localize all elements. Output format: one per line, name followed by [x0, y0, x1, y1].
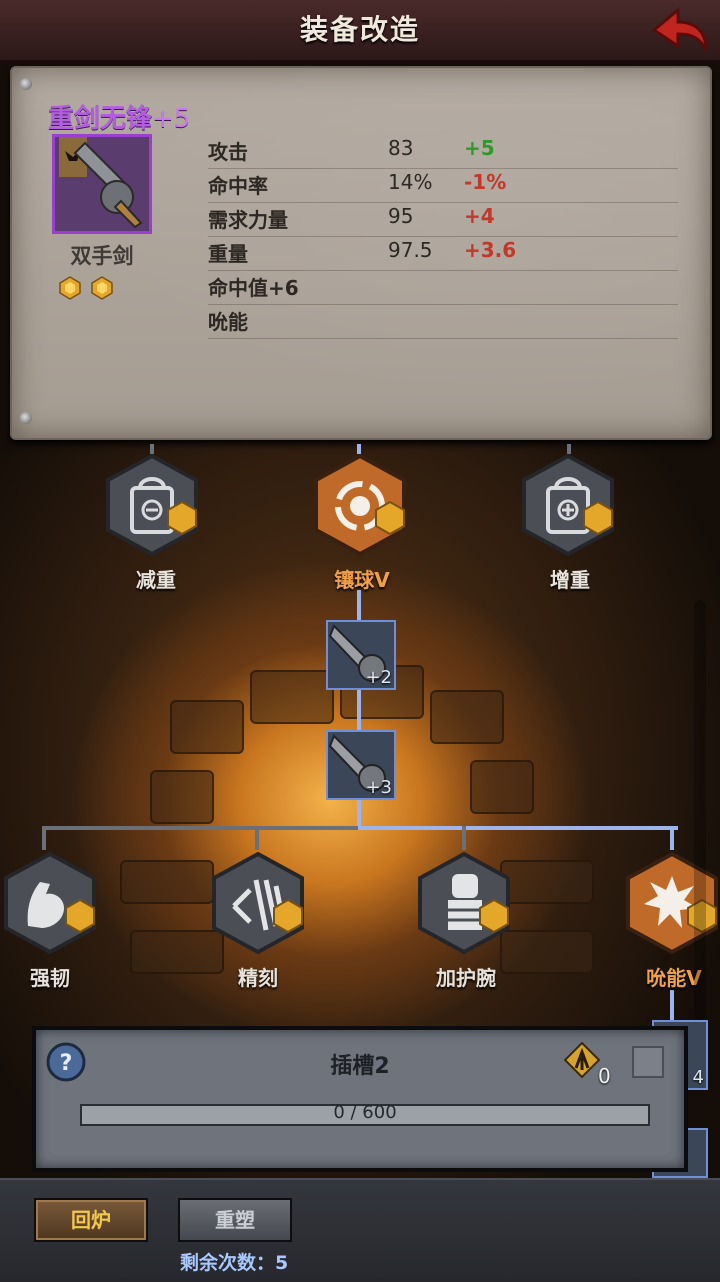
- item-enhance-level: +5: [152, 104, 191, 134]
- stat-delta: -1%: [464, 170, 507, 194]
- upgrade-level: +2: [365, 667, 392, 688]
- tree-connector: [670, 826, 674, 850]
- node-label: 镶球V: [334, 568, 390, 592]
- forge-token-icon: [564, 1042, 600, 1078]
- stat-row: 需求力量 95 +4: [208, 202, 678, 237]
- tree-connector: [360, 826, 678, 830]
- reshape-button[interactable]: 重塑: [178, 1198, 292, 1242]
- tree-connector: [42, 826, 46, 850]
- progress-bar: 0 / 600: [80, 1102, 650, 1126]
- stat-name: 重量: [208, 242, 248, 266]
- stat-value: 97.5: [388, 238, 433, 262]
- node-label: 加护腕: [436, 966, 496, 990]
- tree-scrollbar[interactable]: [694, 600, 706, 1020]
- item-name-text: 重剑无锋: [48, 104, 153, 134]
- stat-delta: +4: [464, 204, 495, 228]
- stat-row: 吮能: [208, 304, 678, 339]
- node-label: 增重: [550, 568, 590, 592]
- slot-panel: ? 插槽2 0 0 / 600: [32, 1026, 688, 1172]
- stat-row: 命中值+6: [208, 270, 678, 305]
- stat-value: 95: [388, 204, 414, 228]
- tree-connector: [462, 826, 466, 850]
- node-bracer[interactable]: [416, 850, 512, 960]
- auto-checkbox[interactable]: [632, 1046, 664, 1078]
- node-label: 精刻: [238, 966, 278, 990]
- header-bar: 装备改造: [0, 0, 720, 63]
- stat-row: 重量 97.5 +3.6: [208, 236, 678, 271]
- back-arrow-icon[interactable]: [648, 4, 712, 56]
- node-add-weight[interactable]: [520, 452, 616, 562]
- stat-name: 命中率: [208, 174, 268, 198]
- node-label: 减重: [136, 568, 176, 592]
- rivet-icon: [20, 412, 32, 424]
- upgrade-level: 4: [692, 1067, 704, 1088]
- reforge-button[interactable]: 回炉: [34, 1198, 148, 1242]
- node-fine-engrave[interactable]: [210, 850, 306, 960]
- item-info-panel: 重剑无锋+5 双手剑 攻击 83 +5 命中率 14% -1% 需求力量 95 …: [10, 66, 712, 440]
- node-inlay-orb[interactable]: [312, 452, 408, 562]
- stat-value: 14%: [388, 170, 433, 194]
- token-count: 0: [598, 1064, 611, 1088]
- stat-row: 攻击 83 +5: [208, 134, 678, 169]
- item-type: 双手剑: [70, 244, 134, 268]
- node-toughness[interactable]: [2, 850, 98, 960]
- rivet-icon: [20, 78, 32, 90]
- remaining-count: 剩余次数：5: [180, 1252, 289, 1274]
- upgrade-level: +3: [365, 777, 392, 798]
- footer-bar: 回炉 重塑 剩余次数：5: [0, 1178, 720, 1282]
- stat-name: 攻击: [208, 140, 248, 164]
- node-reduce-weight[interactable]: [104, 452, 200, 562]
- gold-gem-icon: [91, 276, 113, 300]
- gold-gem-icon: [59, 276, 81, 300]
- stat-value: 83: [388, 136, 414, 160]
- stat-delta: +5: [464, 136, 495, 160]
- upgrade-node[interactable]: +3: [326, 730, 396, 800]
- page-title: 装备改造: [299, 13, 420, 46]
- tree-connector: [42, 826, 358, 830]
- stat-name: 需求力量: [208, 208, 288, 232]
- tree-connector: [255, 826, 259, 850]
- node-label: 强韧: [30, 966, 70, 990]
- stat-row: 命中率 14% -1%: [208, 168, 678, 203]
- progress-text: 0 / 600: [333, 1102, 397, 1123]
- greatsword-icon[interactable]: [52, 134, 152, 234]
- stat-delta: +3.6: [464, 238, 517, 262]
- item-name: 重剑无锋+5: [48, 98, 190, 135]
- upgrade-node[interactable]: +2: [326, 620, 396, 690]
- stat-name: 吮能: [208, 310, 248, 334]
- stat-name: 命中值+6: [208, 276, 299, 300]
